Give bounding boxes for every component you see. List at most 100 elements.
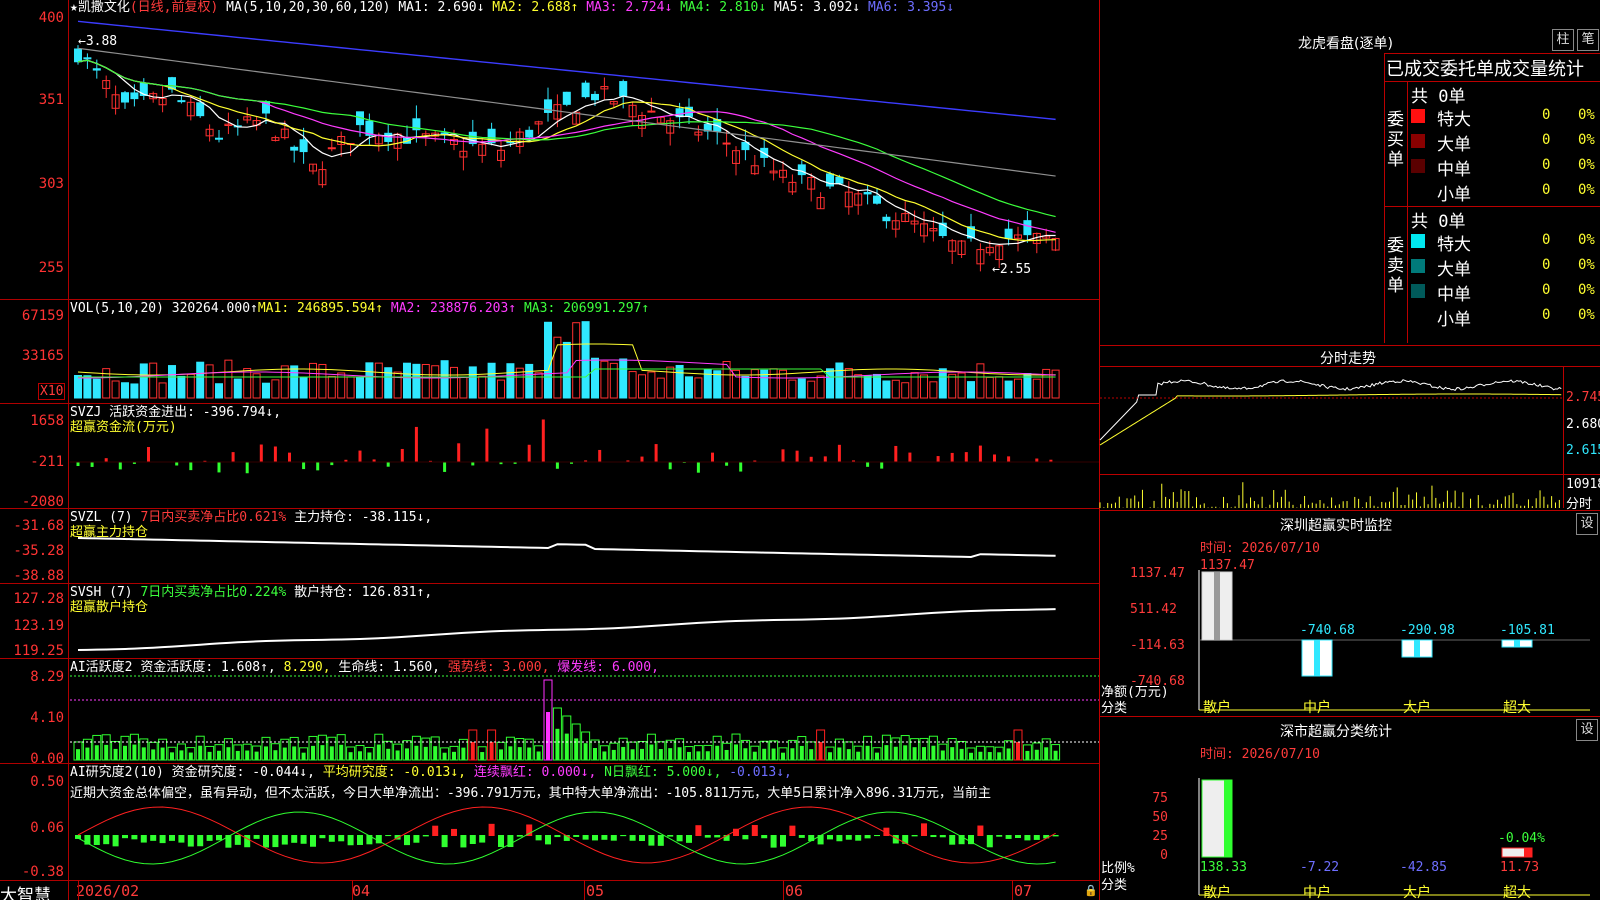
- candle-body: [647, 110, 656, 113]
- activity-fill: [527, 747, 532, 760]
- monitor-cat: 超大: [1503, 700, 1531, 716]
- order-size-swatch: [1411, 284, 1425, 298]
- candle-body: [863, 191, 872, 195]
- volume-bar: [544, 321, 552, 399]
- volume-bar: [299, 377, 308, 399]
- stock-title[interactable]: ★凯撒文化: [70, 0, 130, 15]
- research-bar: [310, 835, 316, 847]
- ai2-d: N日飘红: 5.000↓,: [604, 765, 722, 780]
- activity-fill: [696, 751, 701, 760]
- research-bar: [385, 835, 392, 837]
- volume-bar: [365, 362, 374, 399]
- candle-body: [562, 91, 571, 105]
- vol-value: 320264.000↑: [171, 301, 258, 316]
- candle-body: [525, 129, 534, 138]
- research-bar: [742, 835, 749, 840]
- monitor-cat: 中户: [1303, 700, 1331, 716]
- activity-fill: [1025, 750, 1030, 760]
- svsh-ratio: 7日内买卖净占比0.224%: [140, 585, 287, 600]
- capital-flow-bar: [823, 456, 827, 462]
- activity-fill: [724, 749, 729, 760]
- intraday-price-line: [1099, 379, 1562, 441]
- research-bar: [422, 835, 429, 837]
- activity-fill: [470, 742, 475, 760]
- order-size-percent: 0%: [1578, 257, 1595, 273]
- capital-flow-bar: [668, 462, 672, 470]
- activity-fill: [104, 744, 109, 760]
- research-bar: [676, 835, 683, 842]
- vol-ma2: MA2: 238876.203↑: [390, 301, 517, 316]
- monitor-title: 深圳超赢实时监控: [1280, 518, 1392, 534]
- lock-icon[interactable]: 🔒: [1084, 884, 1098, 897]
- volume-bar: [948, 373, 957, 399]
- volume-bar: [835, 362, 844, 399]
- volume-bar: [694, 377, 703, 399]
- high-value: 3.88: [85, 34, 118, 49]
- volume-bar: [92, 378, 101, 399]
- volume-bar: [863, 375, 872, 399]
- classify-note: -0.04%: [1498, 831, 1545, 846]
- volume-bar: [215, 383, 223, 399]
- candle-body: [882, 216, 891, 222]
- capital-flow-bar: [358, 450, 362, 462]
- capital-flow-bar: [217, 462, 221, 473]
- svsh-axis-label: 123.19: [13, 618, 64, 634]
- period-label[interactable]: (日线,前复权): [130, 0, 218, 15]
- volume-bar: [139, 363, 148, 399]
- activity-fill: [536, 751, 541, 760]
- intraday-axis-label: 2.745: [1566, 390, 1600, 405]
- classify-xlabel: 分类: [1101, 878, 1128, 893]
- activity-fill: [301, 752, 306, 760]
- activity-fill: [846, 749, 851, 760]
- svzl-axis-label: -35.28: [13, 543, 64, 559]
- intraday-avg-line: [1099, 393, 1562, 446]
- ai2-text: 近期大资金总体偏空，虽有异动，但不太活跃，今日大单净流出：-396.791万元，…: [70, 786, 992, 801]
- monitor-settings-button[interactable]: 设: [1576, 513, 1598, 535]
- bar-mode-button[interactable]: 柱: [1552, 29, 1574, 51]
- svzl-header: SVZL (7) 7日内买卖净占比0.621% 主力持仓: -38.115↓,: [70, 510, 432, 526]
- candle-body: [290, 146, 299, 151]
- activity-fill: [969, 752, 973, 760]
- tick-mode-button[interactable]: 笔: [1577, 29, 1599, 51]
- classify-cat: 中户: [1303, 885, 1331, 900]
- research-bar: [150, 835, 157, 841]
- volume-bar: [168, 365, 176, 399]
- classify-settings-button[interactable]: 设: [1576, 719, 1598, 741]
- candle-body: [327, 147, 336, 150]
- volume-bar: [497, 379, 505, 399]
- candle-body: [121, 92, 129, 103]
- order-size-swatch: [1411, 184, 1425, 198]
- capital-flow-bar: [978, 445, 982, 462]
- activity-fill: [912, 747, 917, 760]
- classify-bar-stripe: [1224, 780, 1232, 857]
- monitor-bar: [1501, 639, 1533, 648]
- svsh-axis-label: 119.25: [13, 643, 64, 659]
- research-bar: [197, 835, 204, 847]
- research-bar: [921, 823, 927, 836]
- research-bar: [620, 835, 627, 837]
- candle-body: [1004, 228, 1013, 240]
- research-bar: [714, 835, 721, 838]
- capital-flow-bar: [288, 452, 291, 462]
- activity-fill: [564, 733, 569, 760]
- monitor-bar: [1301, 639, 1333, 677]
- volume-bar: [976, 363, 985, 399]
- candle-body: [835, 176, 844, 184]
- research-bar: [498, 835, 504, 847]
- high-annotation: ←3.88: [78, 34, 118, 49]
- research-bar: [996, 835, 1003, 837]
- activity-fill: [226, 747, 231, 760]
- research-bar: [1033, 835, 1040, 840]
- ai1-e: 爆发线: 6.000,: [557, 660, 659, 675]
- footer-brand: 大智慧: [0, 886, 51, 900]
- ai1-a: 资金活跃度: 1.608↑,: [140, 660, 276, 675]
- capital-flow-bar: [964, 452, 968, 462]
- research-bar: [1015, 835, 1021, 838]
- order-size-swatch: [1411, 234, 1425, 248]
- capital-flow-bar: [457, 443, 461, 462]
- volume-bar: [1042, 368, 1051, 399]
- ma4-value: MA4: 2.810↓: [680, 0, 767, 15]
- capital-flow-bar: [950, 452, 954, 462]
- research-bar: [629, 835, 636, 841]
- research-bar: [751, 825, 758, 836]
